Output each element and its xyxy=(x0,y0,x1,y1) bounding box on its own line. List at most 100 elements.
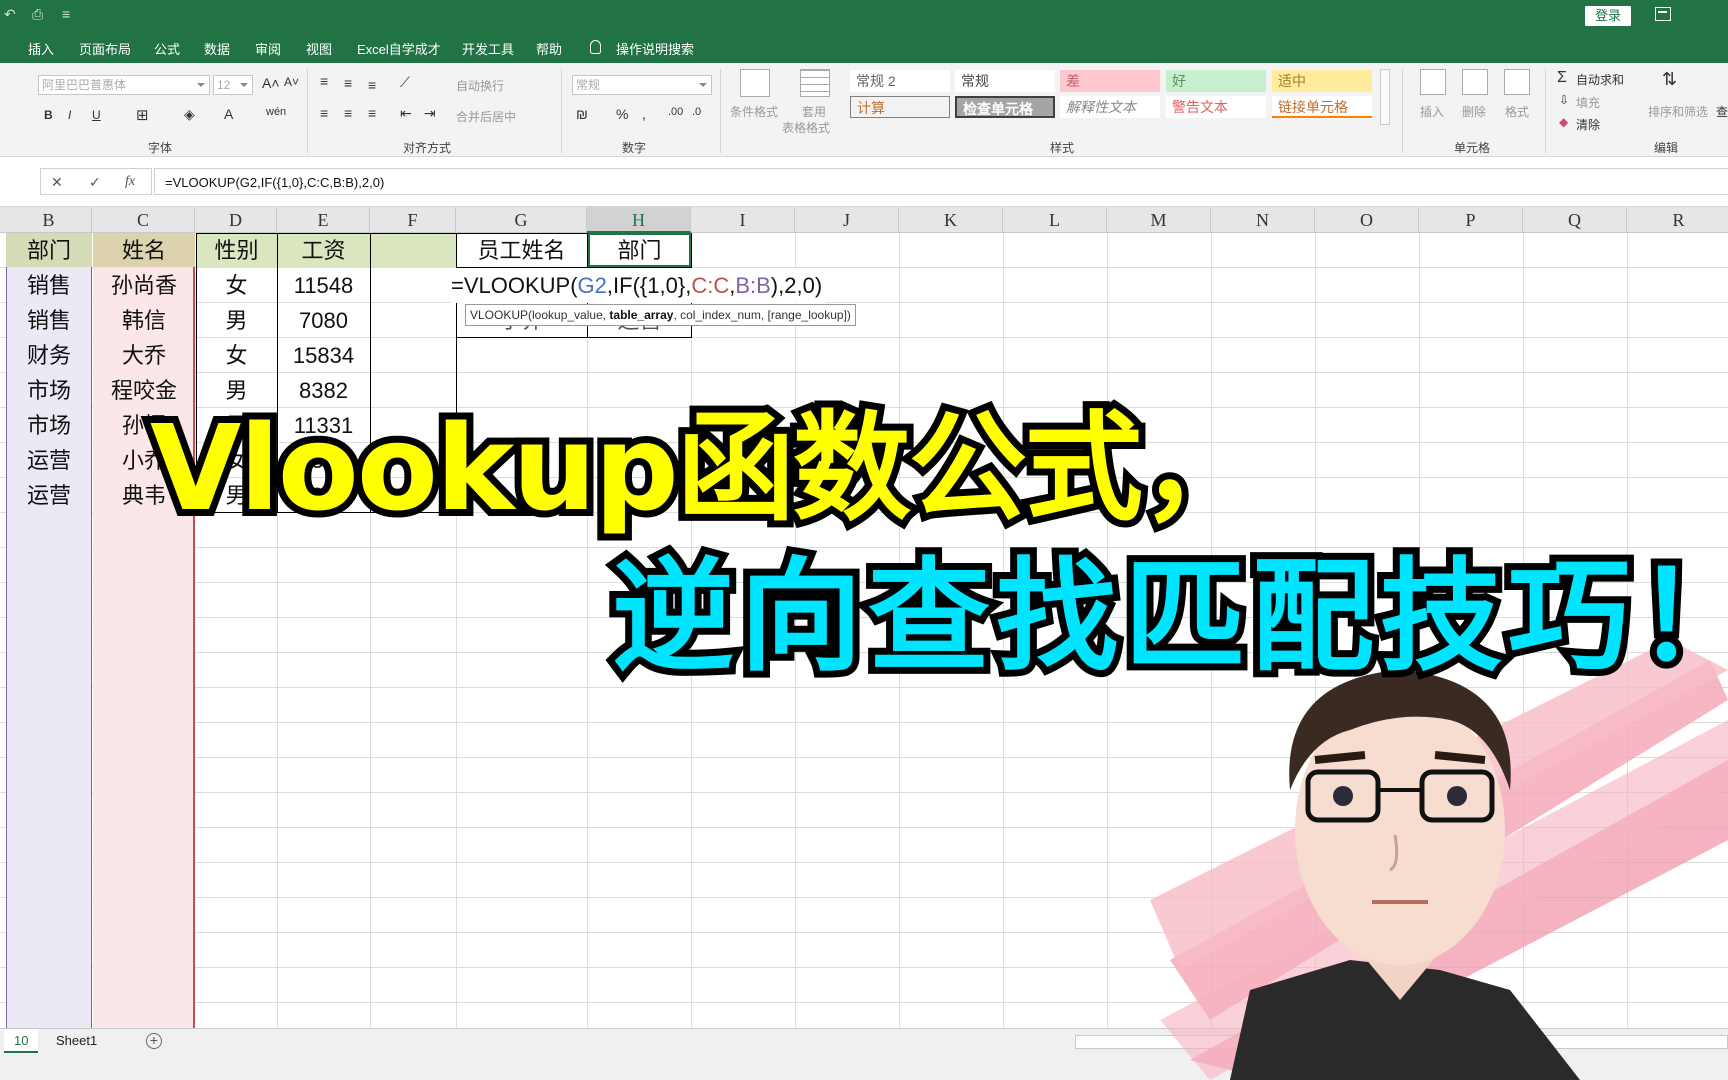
align-middle-icon[interactable]: ≡ xyxy=(344,75,352,91)
style-normal[interactable]: 常规 xyxy=(955,70,1055,92)
delete-cells-button[interactable]: 删除 xyxy=(1462,103,1486,120)
column-header-c[interactable]: C xyxy=(92,207,195,233)
column-header-l[interactable]: L xyxy=(1003,207,1107,233)
sheet-tab-10[interactable]: 10 xyxy=(4,1029,39,1053)
number-format-select[interactable]: 常规 xyxy=(572,75,712,95)
tooltip-arg1[interactable]: lookup_value, xyxy=(532,308,609,322)
delete-cells-icon[interactable] xyxy=(1462,69,1488,95)
underline-icon[interactable]: U xyxy=(92,108,101,122)
conditional-format-button[interactable]: 条件格式 xyxy=(730,103,778,120)
format-cells-icon[interactable] xyxy=(1504,69,1530,95)
format-as-table-label-2[interactable]: 表格格式 xyxy=(782,119,830,136)
style-good[interactable]: 好 xyxy=(1166,70,1266,92)
column-header-d[interactable]: D xyxy=(195,207,277,233)
cell-d1-header[interactable]: 性别 xyxy=(196,233,277,268)
tab-review[interactable]: 审阅 xyxy=(255,39,281,58)
column-header-i[interactable]: I xyxy=(691,207,795,233)
styles-gallery-scroll[interactable] xyxy=(1380,69,1390,125)
percent-icon[interactable]: % xyxy=(616,106,628,122)
table-cell[interactable]: 市场 xyxy=(6,373,92,408)
customize-toolbar-icon[interactable]: ≡ xyxy=(62,6,70,22)
cell-h1-header[interactable]: 部门 xyxy=(588,233,691,268)
login-button[interactable]: 登录 xyxy=(1585,6,1631,26)
conditional-format-icon[interactable] xyxy=(740,69,770,97)
table-cell[interactable]: 销售 xyxy=(6,303,92,338)
table-cell[interactable]: 15834 xyxy=(277,338,370,373)
format-as-table-label-1[interactable]: 套用 xyxy=(802,103,826,120)
align-bottom-icon[interactable]: ≡ xyxy=(368,77,376,93)
column-header-n[interactable]: N xyxy=(1211,207,1315,233)
tab-formulas[interactable]: 公式 xyxy=(154,39,180,58)
style-warning[interactable]: 警告文本 xyxy=(1166,96,1266,118)
cancel-icon[interactable]: ✕ xyxy=(51,174,63,191)
comma-icon[interactable]: , xyxy=(642,106,646,122)
table-cell[interactable]: 运营 xyxy=(6,478,92,513)
sheet-tab-sheet1[interactable]: Sheet1 xyxy=(46,1029,107,1053)
tooltip-arg2[interactable]: table_array xyxy=(609,308,673,322)
insert-function-icon[interactable]: fx xyxy=(125,174,135,190)
font-name-select[interactable]: 阿里巴巴普惠体 xyxy=(38,75,210,95)
insert-cells-button[interactable]: 插入 xyxy=(1420,103,1444,120)
tab-page-layout[interactable]: 页面布局 xyxy=(79,39,131,58)
insert-cells-icon[interactable] xyxy=(1420,69,1446,95)
column-header-p[interactable]: P xyxy=(1419,207,1523,233)
table-cell[interactable]: 孙尚香 xyxy=(93,268,195,303)
wrap-text-button[interactable]: 自动换行 xyxy=(456,77,504,94)
outdent-icon[interactable]: ⇥ xyxy=(424,105,436,122)
table-cell[interactable]: 女 xyxy=(196,338,277,373)
style-normal-2[interactable]: 常规 2 xyxy=(850,70,950,92)
table-cell[interactable]: 7080 xyxy=(277,303,370,338)
undo-icon[interactable]: ↶ xyxy=(4,6,16,23)
column-header-k[interactable]: K xyxy=(899,207,1003,233)
tab-view[interactable]: 视图 xyxy=(306,39,332,58)
table-cell[interactable]: 韩信 xyxy=(93,303,195,338)
fill-button[interactable]: 填充 xyxy=(1576,94,1600,111)
autosum-button[interactable]: 自动求和 xyxy=(1576,71,1624,88)
column-header-e[interactable]: E xyxy=(277,207,370,233)
italic-icon[interactable]: I xyxy=(68,108,71,122)
enter-icon[interactable]: ✓ xyxy=(89,174,101,191)
style-check-cell[interactable]: 检查单元格 xyxy=(955,96,1055,118)
table-cell[interactable]: 男 xyxy=(196,303,277,338)
column-header-o[interactable]: O xyxy=(1315,207,1419,233)
column-header-m[interactable]: M xyxy=(1107,207,1211,233)
tab-developer[interactable]: 开发工具 xyxy=(462,39,514,58)
style-bad[interactable]: 差 xyxy=(1060,70,1160,92)
indent-icon[interactable]: ⇤ xyxy=(400,105,412,122)
align-center-icon[interactable]: ≡ xyxy=(344,105,352,121)
clear-button[interactable]: 清除 xyxy=(1576,116,1600,133)
bold-icon[interactable]: B xyxy=(44,108,53,122)
column-header-b[interactable]: B xyxy=(6,207,92,233)
style-linked-cell[interactable]: 链接单元格 xyxy=(1272,96,1372,118)
border-icon[interactable]: ⊞ xyxy=(136,106,149,124)
shrink-font-icon[interactable]: A˅ xyxy=(284,75,299,89)
tab-help[interactable]: 帮助 xyxy=(536,39,562,58)
table-cell[interactable]: 市场 xyxy=(6,408,92,443)
accounting-format-icon[interactable]: ₪ xyxy=(576,106,588,122)
sort-filter-button[interactable]: 排序和筛选 xyxy=(1648,103,1708,120)
find-select-button[interactable]: 查 xyxy=(1716,103,1728,120)
align-top-icon[interactable]: ≡ xyxy=(320,73,328,89)
align-right-icon[interactable]: ≡ xyxy=(368,105,376,121)
add-sheet-icon[interactable]: + xyxy=(146,1033,162,1049)
fill-color-icon[interactable]: ◈ xyxy=(184,106,195,123)
style-calculation[interactable]: 计算 xyxy=(850,96,950,118)
column-header-q[interactable]: Q xyxy=(1523,207,1627,233)
tell-me-search[interactable]: 操作说明搜索 xyxy=(616,39,694,58)
align-left-icon[interactable]: ≡ xyxy=(320,105,328,121)
increase-decimal-icon[interactable]: .00 xyxy=(668,106,683,118)
column-header-h[interactable]: H xyxy=(587,207,691,233)
column-header-f[interactable]: F xyxy=(370,207,456,233)
table-cell[interactable]: 财务 xyxy=(6,338,92,373)
style-neutral[interactable]: 适中 xyxy=(1272,70,1372,92)
ribbon-display-options-icon[interactable] xyxy=(1655,7,1671,21)
column-header-g[interactable]: G xyxy=(456,207,587,233)
merge-center-button[interactable]: 合并后居中 xyxy=(456,108,516,125)
column-header-j[interactable]: J xyxy=(795,207,899,233)
grow-font-icon[interactable]: A˄ xyxy=(262,75,280,91)
cell-c1-header[interactable]: 姓名 xyxy=(93,233,195,268)
decrease-decimal-icon[interactable]: .0 xyxy=(692,106,701,118)
cell-g1-header[interactable]: 员工姓名 xyxy=(456,233,587,268)
table-cell[interactable]: 女 xyxy=(196,268,277,303)
tab-data[interactable]: 数据 xyxy=(204,39,230,58)
